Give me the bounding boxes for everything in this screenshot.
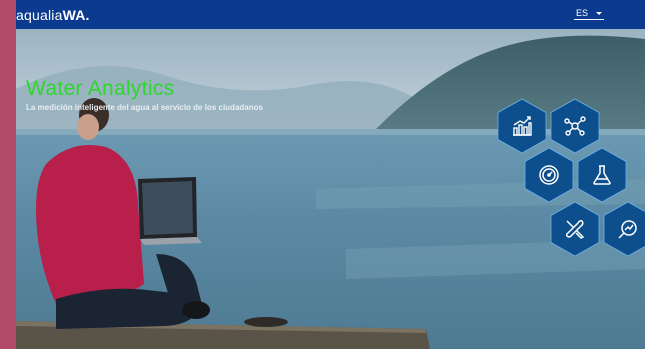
top-bar: aqualiaWA. ES <box>16 0 645 29</box>
tile-tools[interactable] <box>550 201 600 257</box>
flask-icon <box>593 165 611 185</box>
logo-text: aqualia <box>16 7 63 23</box>
network-nodes-icon <box>564 116 586 136</box>
hero-title: Water Analytics <box>26 77 175 100</box>
tools-icon <box>565 220 585 239</box>
chevron-down-icon <box>596 11 603 15</box>
language-selector[interactable]: ES <box>574 8 605 20</box>
hero-subtitle: La medición inteligente del agua al serv… <box>26 103 263 112</box>
language-label: ES <box>576 8 589 18</box>
tile-analytics[interactable] <box>497 98 547 154</box>
tile-laboratory[interactable] <box>577 147 627 203</box>
logo[interactable]: aqualiaWA. <box>16 6 90 24</box>
page: aqualiaWA. ES Water Analytics La medició… <box>16 0 645 349</box>
logo-bold-text: WA. <box>62 7 90 23</box>
tile-search-analytics[interactable] <box>603 201 645 257</box>
tile-network[interactable] <box>550 98 600 154</box>
bar-chart-icon <box>513 116 532 136</box>
tile-gauge[interactable] <box>524 147 574 203</box>
gauge-icon <box>539 165 559 185</box>
magnifier-chart-icon <box>618 220 637 239</box>
